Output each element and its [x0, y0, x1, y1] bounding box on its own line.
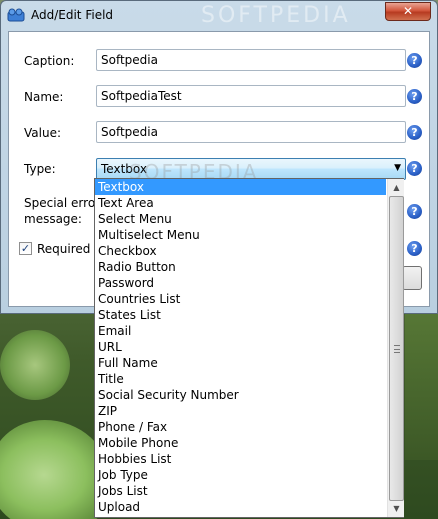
dropdown-option[interactable]: Phone / Fax	[95, 419, 386, 435]
value-field[interactable]: Softpedia	[96, 121, 406, 143]
dropdown-option[interactable]: Jobs List	[95, 483, 386, 499]
value-label: Value:	[24, 126, 61, 140]
required-checkbox[interactable]: ✓	[19, 242, 32, 255]
type-label: Type:	[24, 162, 56, 176]
scroll-up-icon[interactable]: ▲	[388, 179, 405, 196]
error-label-line1: Special error	[24, 196, 101, 210]
chevron-down-icon: ▼	[394, 163, 401, 173]
dropdown-option[interactable]: Multiselect Menu	[95, 227, 386, 243]
background-leaf	[0, 330, 70, 400]
dropdown-option[interactable]: Job Type	[95, 467, 386, 483]
dropdown-option[interactable]: Textbox	[95, 179, 386, 195]
dropdown-option[interactable]: Full Name	[95, 355, 386, 371]
dropdown-option[interactable]: Mobile Phone	[95, 435, 386, 451]
dropdown-option[interactable]: Text Area	[95, 195, 386, 211]
title-bar[interactable]: Add/Edit Field SOFTPEDIA ✕	[1, 1, 437, 31]
dropdown-option[interactable]: States List	[95, 307, 386, 323]
dropdown-option[interactable]: Countries List	[95, 291, 386, 307]
dropdown-option[interactable]: Hobbies List	[95, 451, 386, 467]
dropdown-option[interactable]: Email	[95, 323, 386, 339]
caption-label: Caption:	[24, 54, 75, 68]
partially-hidden-button[interactable]	[402, 266, 422, 290]
name-help-icon[interactable]: ?	[407, 89, 422, 104]
dropdown-scrollbar[interactable]: ▲ ▼	[387, 179, 404, 517]
type-help-icon[interactable]: ?	[407, 161, 422, 176]
type-dropdown-list[interactable]: Textbox Text Area Select Menu Multiselect M…	[94, 178, 404, 518]
dropdown-option[interactable]: Checkbox	[95, 243, 386, 259]
dropdown-option[interactable]: Radio Button	[95, 259, 386, 275]
dropdown-options: Textbox Text Area Select Menu Multiselect M…	[95, 179, 386, 515]
scroll-thumb[interactable]	[389, 196, 404, 501]
watermark: SOFTPEDIA	[201, 3, 351, 28]
background-stem	[405, 300, 438, 460]
required-label: Required fi	[37, 242, 102, 256]
value-help-icon[interactable]: ?	[407, 125, 422, 140]
window-title: Add/Edit Field	[31, 8, 114, 22]
caption-field[interactable]: Softpedia	[96, 49, 406, 71]
error-help-icon[interactable]: ?	[407, 204, 422, 219]
dropdown-option[interactable]: ZIP	[95, 403, 386, 419]
required-help-icon[interactable]: ?	[407, 241, 422, 256]
app-window-icon	[7, 8, 25, 22]
grip-icon	[394, 345, 400, 353]
close-button[interactable]: ✕	[385, 2, 431, 21]
dropdown-option[interactable]: Select Menu	[95, 211, 386, 227]
name-label: Name:	[24, 90, 64, 104]
dropdown-option[interactable]: Upload	[95, 499, 386, 515]
dropdown-option[interactable]: Title	[95, 371, 386, 387]
dropdown-option[interactable]: Password	[95, 275, 386, 291]
error-label-line2: message:	[24, 212, 82, 226]
dropdown-option[interactable]: Social Security Number	[95, 387, 386, 403]
name-field[interactable]: SoftpediaTest	[96, 85, 406, 107]
dropdown-option[interactable]: URL	[95, 339, 386, 355]
scroll-down-icon[interactable]: ▼	[388, 500, 405, 517]
caption-help-icon[interactable]: ?	[407, 53, 422, 68]
